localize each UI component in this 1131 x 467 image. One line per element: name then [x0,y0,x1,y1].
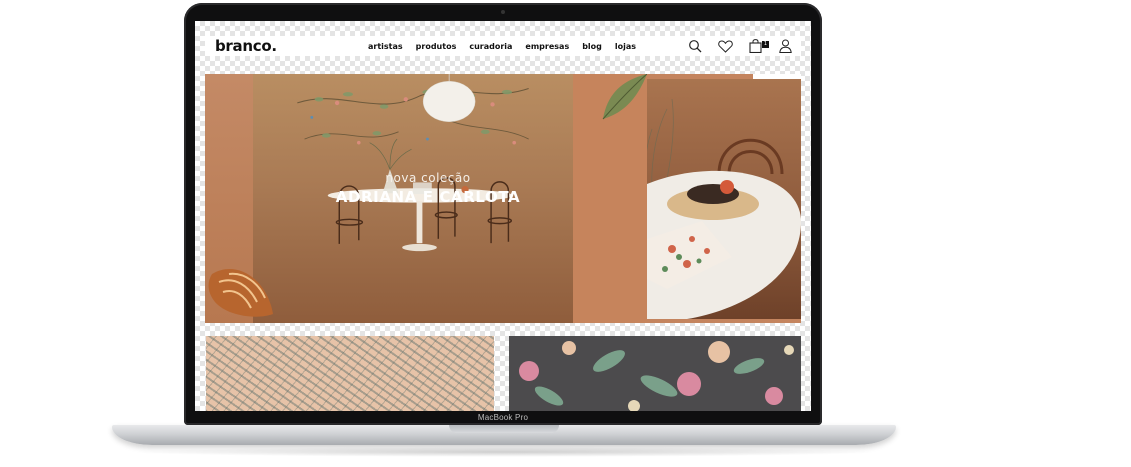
header-icons: 1 [687,37,793,55]
hero-banner[interactable]: nova coleção ADRIANA E CARLOTA [205,74,801,323]
search-icon[interactable] [687,38,703,54]
main-nav: artistas produtos curadoria empresas blo… [368,36,636,56]
floral-pattern-illustration [519,341,794,411]
brand-logo[interactable]: branco. [215,36,277,56]
floral-wallpaper-illustration [297,74,529,252]
laptop-shadow [130,447,880,457]
laptop-screen: branco. artistas produtos curadoria empr… [195,21,811,411]
user-icon[interactable] [777,38,793,54]
hero-title: ADRIANA E CARLOTA [335,188,521,206]
nav-link-curadoria[interactable]: curadoria [469,42,512,51]
leaf-illustration [602,74,648,120]
laptop-lid: branco. artistas produtos curadoria empr… [184,3,822,425]
product-tile-pattern-peach[interactable] [206,336,494,411]
heart-icon[interactable] [717,38,733,54]
nav-link-blog[interactable]: blog [582,42,602,51]
hero-right-photo [647,79,801,319]
laptop-base-notch [449,425,559,433]
site-header: branco. artistas produtos curadoria empr… [205,36,801,56]
product-tile-floral-dark[interactable] [509,336,801,411]
camera-dot [501,10,505,14]
hero-subtitle: nova coleção [385,171,471,185]
nav-link-empresas[interactable]: empresas [525,42,569,51]
nav-link-produtos[interactable]: produtos [416,42,457,51]
nav-link-artistas[interactable]: artistas [368,42,403,51]
table-closeup-illustration [647,98,801,319]
nav-link-lojas[interactable]: lojas [615,42,636,51]
laptop-base [112,425,896,445]
cart-count-badge: 1 [761,41,769,48]
croissant-illustration [208,268,273,317]
device-model-label: MacBook Pro [477,413,529,422]
shopping-bag-icon[interactable]: 1 [747,38,769,54]
hero-mid-panel [573,74,648,323]
hero-transparent-corner [753,74,801,79]
